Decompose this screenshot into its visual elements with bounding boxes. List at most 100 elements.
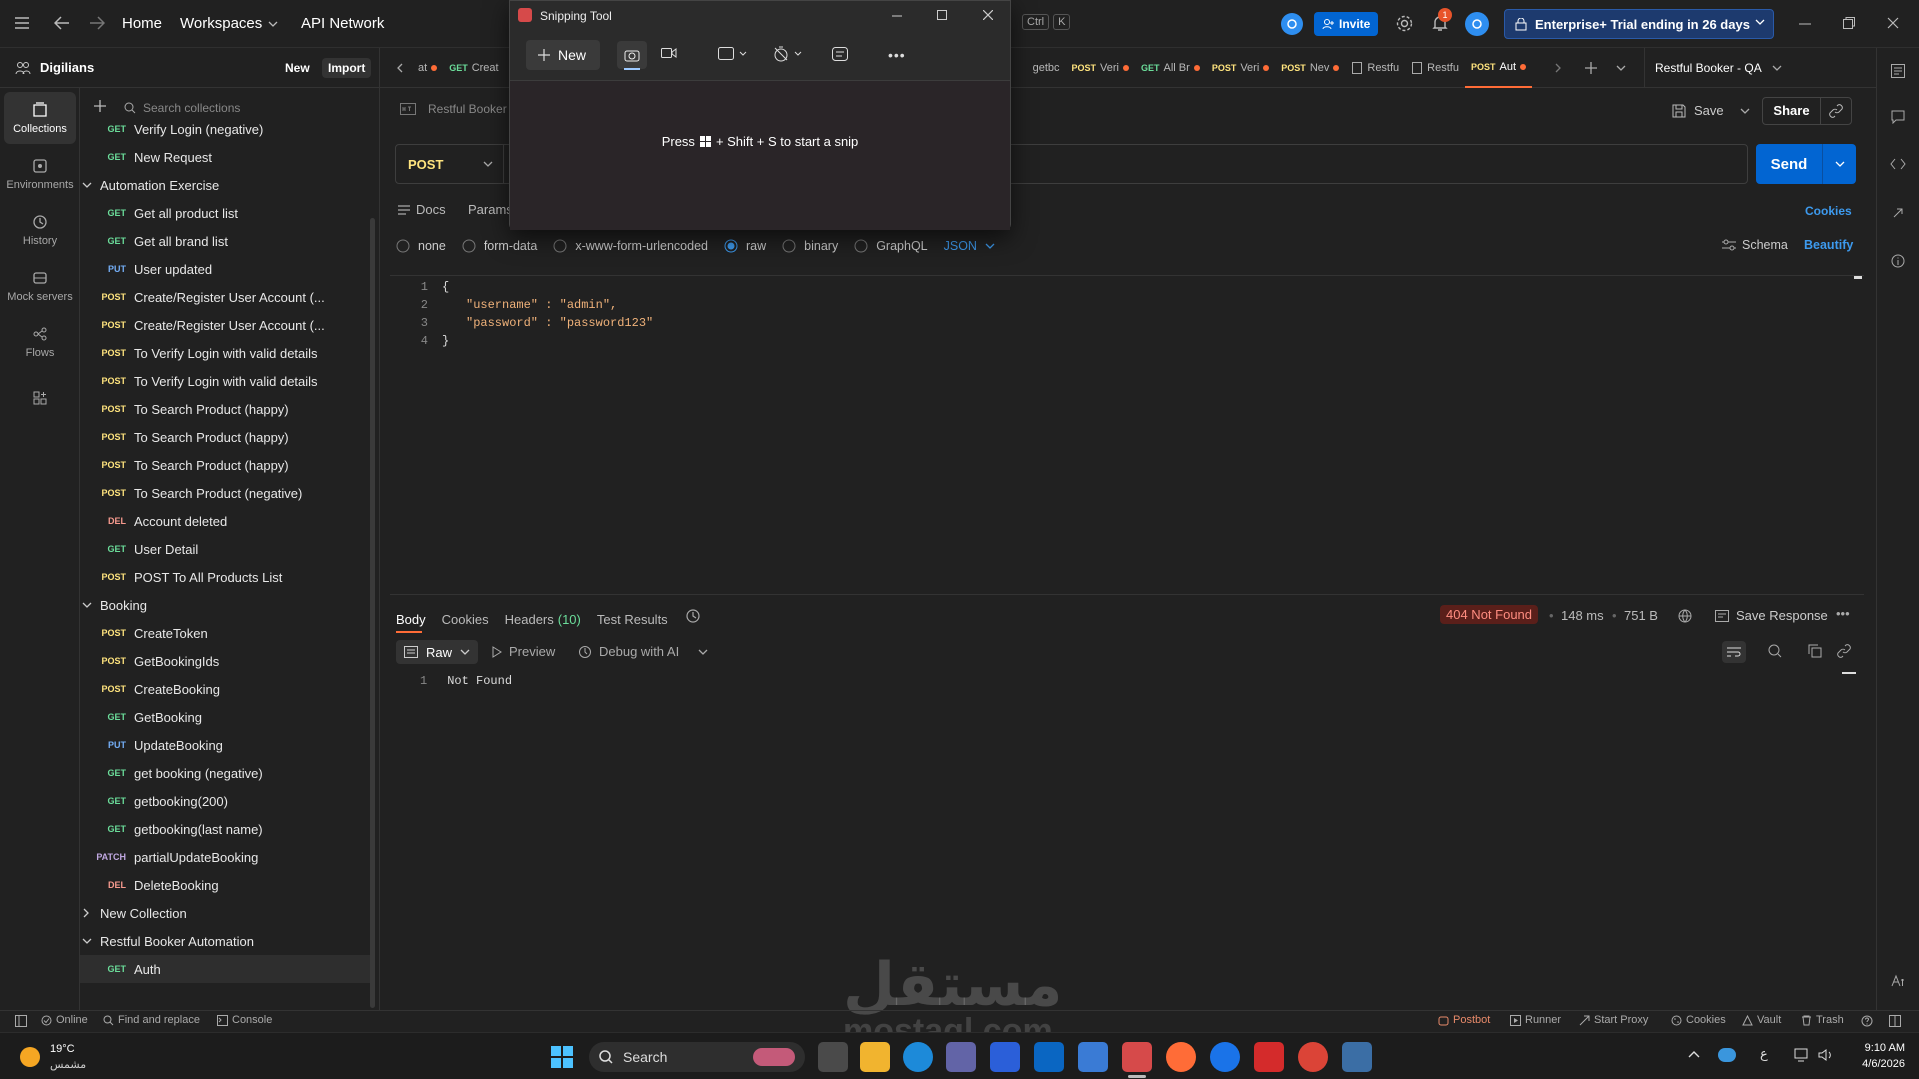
task-view-icon[interactable] <box>818 1042 848 1072</box>
response-body[interactable]: 1 Not Found <box>420 674 512 688</box>
invite-button[interactable]: Invite <box>1314 12 1379 36</box>
back-arrow-icon[interactable] <box>54 16 70 30</box>
request-item[interactable]: PATCH partialUpdateBooking <box>80 843 372 871</box>
request-item[interactable]: PUT User updated <box>80 255 372 283</box>
rail-environments[interactable]: Environments <box>4 148 76 200</box>
request-item[interactable]: PUT UpdateBooking <box>80 731 372 759</box>
code-icon[interactable] <box>1890 158 1906 170</box>
network-icon[interactable] <box>1794 1048 1810 1062</box>
request-item[interactable]: POST To Search Product (negative) <box>80 479 372 507</box>
radio-form-data[interactable]: form-data <box>462 239 537 253</box>
api-network-link[interactable]: API Network <box>301 15 384 32</box>
response-size[interactable]: 751 B <box>1624 608 1658 623</box>
volume-icon[interactable] <box>1818 1048 1834 1062</box>
request-item[interactable]: GET getbooking(last name) <box>80 815 372 843</box>
request-tab[interactable]: at <box>412 48 443 88</box>
request-tab[interactable]: POST Veri <box>1066 48 1135 88</box>
postman-icon[interactable] <box>1166 1042 1196 1072</box>
wps-icon[interactable] <box>1254 1042 1284 1072</box>
request-item[interactable]: GET Get all brand list <box>80 227 372 255</box>
request-item[interactable]: GET getbooking(200) <box>80 787 372 815</box>
vault-button[interactable]: Vault <box>1742 1014 1781 1026</box>
snip-close-icon[interactable] <box>983 10 993 20</box>
request-tab[interactable]: getbc <box>1027 48 1066 88</box>
radio-graphql[interactable]: GraphQL <box>854 239 928 253</box>
teams-icon[interactable] <box>946 1042 976 1072</box>
close-icon[interactable] <box>1887 17 1899 29</box>
request-item[interactable]: GET Auth <box>80 955 372 983</box>
request-item[interactable]: POST To Verify Login with valid details <box>80 339 372 367</box>
snip-text-actions-icon[interactable] <box>832 47 848 61</box>
wrap-lines-icon[interactable] <box>1722 641 1746 663</box>
rail-add[interactable] <box>4 372 76 424</box>
new-tab-plus-icon[interactable] <box>1576 61 1606 74</box>
tabs-dropdown-icon[interactable] <box>1606 64 1636 72</box>
debug-ai-button[interactable]: Debug with AI <box>578 644 708 659</box>
runner-button[interactable]: Runner <box>1510 1014 1561 1026</box>
gear-icon[interactable] <box>1396 15 1413 32</box>
request-item[interactable]: POST Create/Register User Account (... <box>80 283 372 311</box>
environment-selector[interactable]: Restful Booker - QA <box>1644 47 1794 88</box>
snip-new-button[interactable]: New <box>526 40 600 70</box>
request-item[interactable]: GET Verify Login (negative) <box>80 115 372 143</box>
request-item[interactable]: POST CreateBooking <box>80 675 372 703</box>
radio-binary[interactable]: binary <box>782 239 838 253</box>
radio-none[interactable]: none <box>396 239 446 253</box>
rail-collections[interactable]: Collections <box>4 92 76 144</box>
linkedin-icon[interactable] <box>1034 1042 1064 1072</box>
request-item[interactable]: DEL DeleteBooking <box>80 871 372 899</box>
tabs-left-chevron-icon[interactable] <box>388 63 412 73</box>
postbot-button[interactable]: Postbot <box>1438 1014 1490 1026</box>
workspaces-menu[interactable]: Workspaces <box>180 15 278 32</box>
intellij-icon[interactable] <box>990 1042 1020 1072</box>
link-icon[interactable] <box>1837 644 1851 658</box>
folder-restful-booker-automation[interactable]: Restful Booker Automation <box>80 927 372 955</box>
new-button[interactable]: New <box>279 58 316 78</box>
save-response-button[interactable]: Save Response <box>1715 608 1828 623</box>
help-icon[interactable] <box>1861 1015 1873 1027</box>
windows-start-icon[interactable] <box>551 1046 573 1068</box>
request-item[interactable]: POST Create/Register User Account (... <box>80 311 372 339</box>
radio-raw[interactable]: raw <box>724 239 766 253</box>
link-icon[interactable] <box>1821 104 1851 118</box>
view-select[interactable]: Raw <box>396 640 479 664</box>
request-item[interactable]: GET User Detail <box>80 535 372 563</box>
format-select[interactable]: JSON <box>944 239 995 253</box>
snip-minimize-icon[interactable] <box>892 15 902 17</box>
tab-docs[interactable]: Docs <box>398 202 446 217</box>
tab-params[interactable]: Params <box>468 202 513 217</box>
request-item[interactable]: GET GetBooking <box>80 703 372 731</box>
status-badge[interactable]: 404 Not Found <box>1440 605 1539 624</box>
restore-icon[interactable] <box>1843 17 1855 29</box>
workspace-name[interactable]: Digilians <box>40 60 94 75</box>
docs-panel-icon[interactable] <box>1891 64 1905 78</box>
remote-desktop-icon[interactable] <box>1342 1042 1372 1072</box>
request-item[interactable]: POST To Search Product (happy) <box>80 451 372 479</box>
app-store-icon[interactable] <box>1210 1042 1240 1072</box>
snip-screenshot-mode-icon[interactable] <box>617 41 647 69</box>
proxy-button[interactable]: Start Proxy <box>1579 1014 1648 1026</box>
sidebar-toggle-icon[interactable] <box>15 1015 27 1027</box>
request-item[interactable]: POST To Verify Login with valid details <box>80 367 372 395</box>
ai-translate-icon[interactable] <box>1891 974 1905 988</box>
request-item[interactable]: GET New Request <box>80 143 372 171</box>
preview-button[interactable]: Preview <box>492 644 555 659</box>
request-item[interactable]: POST GetBookingIds <box>80 647 372 675</box>
menu-icon[interactable] <box>14 16 30 30</box>
weather-temp[interactable]: 19°C <box>50 1043 75 1055</box>
request-item[interactable]: POST CreateToken <box>80 619 372 647</box>
response-tab-body[interactable]: Body <box>396 612 426 627</box>
body-editor[interactable]: 1{2 "username" : "admin", 3 "password" : "p… <box>390 275 1864 595</box>
request-item[interactable]: POST To Search Product (happy) <box>80 395 372 423</box>
weather-sun-icon[interactable] <box>20 1047 40 1067</box>
taskbar-search[interactable]: Search <box>589 1042 805 1072</box>
layout-toggle-icon[interactable] <box>1889 1015 1901 1027</box>
snip-video-mode-icon[interactable] <box>661 47 677 59</box>
radio-x-www-form-urlencoded[interactable]: x-www-form-urlencoded <box>553 239 708 253</box>
save-button[interactable]: Save <box>1672 103 1750 118</box>
send-dropdown-icon[interactable] <box>1822 144 1856 184</box>
onedrive-icon[interactable] <box>1718 1048 1736 1062</box>
folder-booking[interactable]: Booking <box>80 591 372 619</box>
schema-button[interactable]: Schema <box>1722 238 1788 252</box>
copy-icon[interactable] <box>1808 644 1822 658</box>
